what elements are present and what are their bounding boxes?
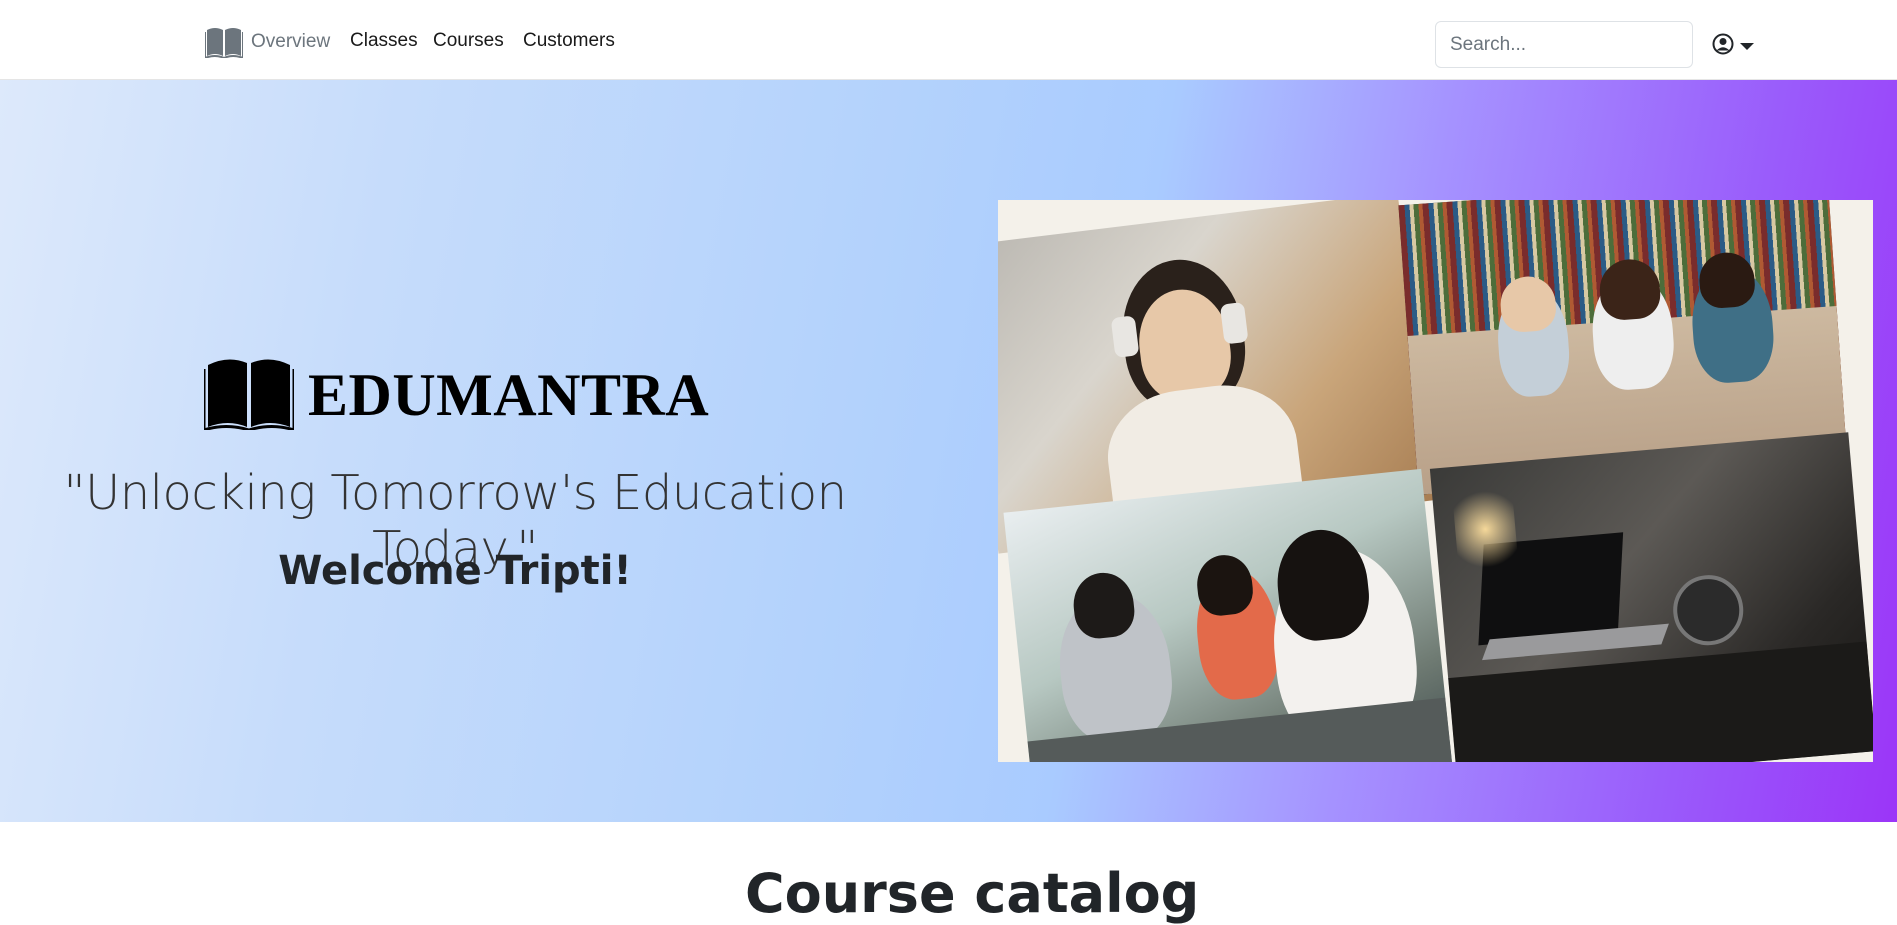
hero-photo-collage	[998, 200, 1873, 762]
catalog-section: Course catalog	[0, 822, 1897, 925]
logo-text: EDUMANTRA	[308, 361, 710, 428]
hero-banner: EDUMANTRA "Unlocking Tomorrow's Educatio…	[0, 80, 1897, 822]
photo-students-table	[1003, 468, 1453, 762]
photo-laptop-desk	[1429, 432, 1873, 762]
section-title: Course catalog	[745, 862, 1200, 925]
top-navbar: Overview Classes Courses Customers	[0, 0, 1897, 80]
overview-label: Overview	[251, 31, 331, 52]
book-icon	[202, 355, 296, 435]
search-input[interactable]	[1435, 21, 1693, 68]
welcome-message: Welcome Tripti!	[278, 548, 632, 594]
user-circle-icon	[1712, 33, 1734, 60]
nav-item-classes[interactable]: Classes	[350, 30, 418, 52]
book-icon	[205, 26, 243, 58]
caret-down-icon	[1740, 42, 1754, 50]
nav-item-customers[interactable]: Customers	[523, 30, 615, 52]
user-menu-toggle[interactable]	[1712, 33, 1754, 60]
nav-item-courses[interactable]: Courses	[433, 30, 504, 52]
edumantra-logo: EDUMANTRA	[202, 355, 710, 435]
overview-link[interactable]: Overview	[205, 26, 330, 58]
